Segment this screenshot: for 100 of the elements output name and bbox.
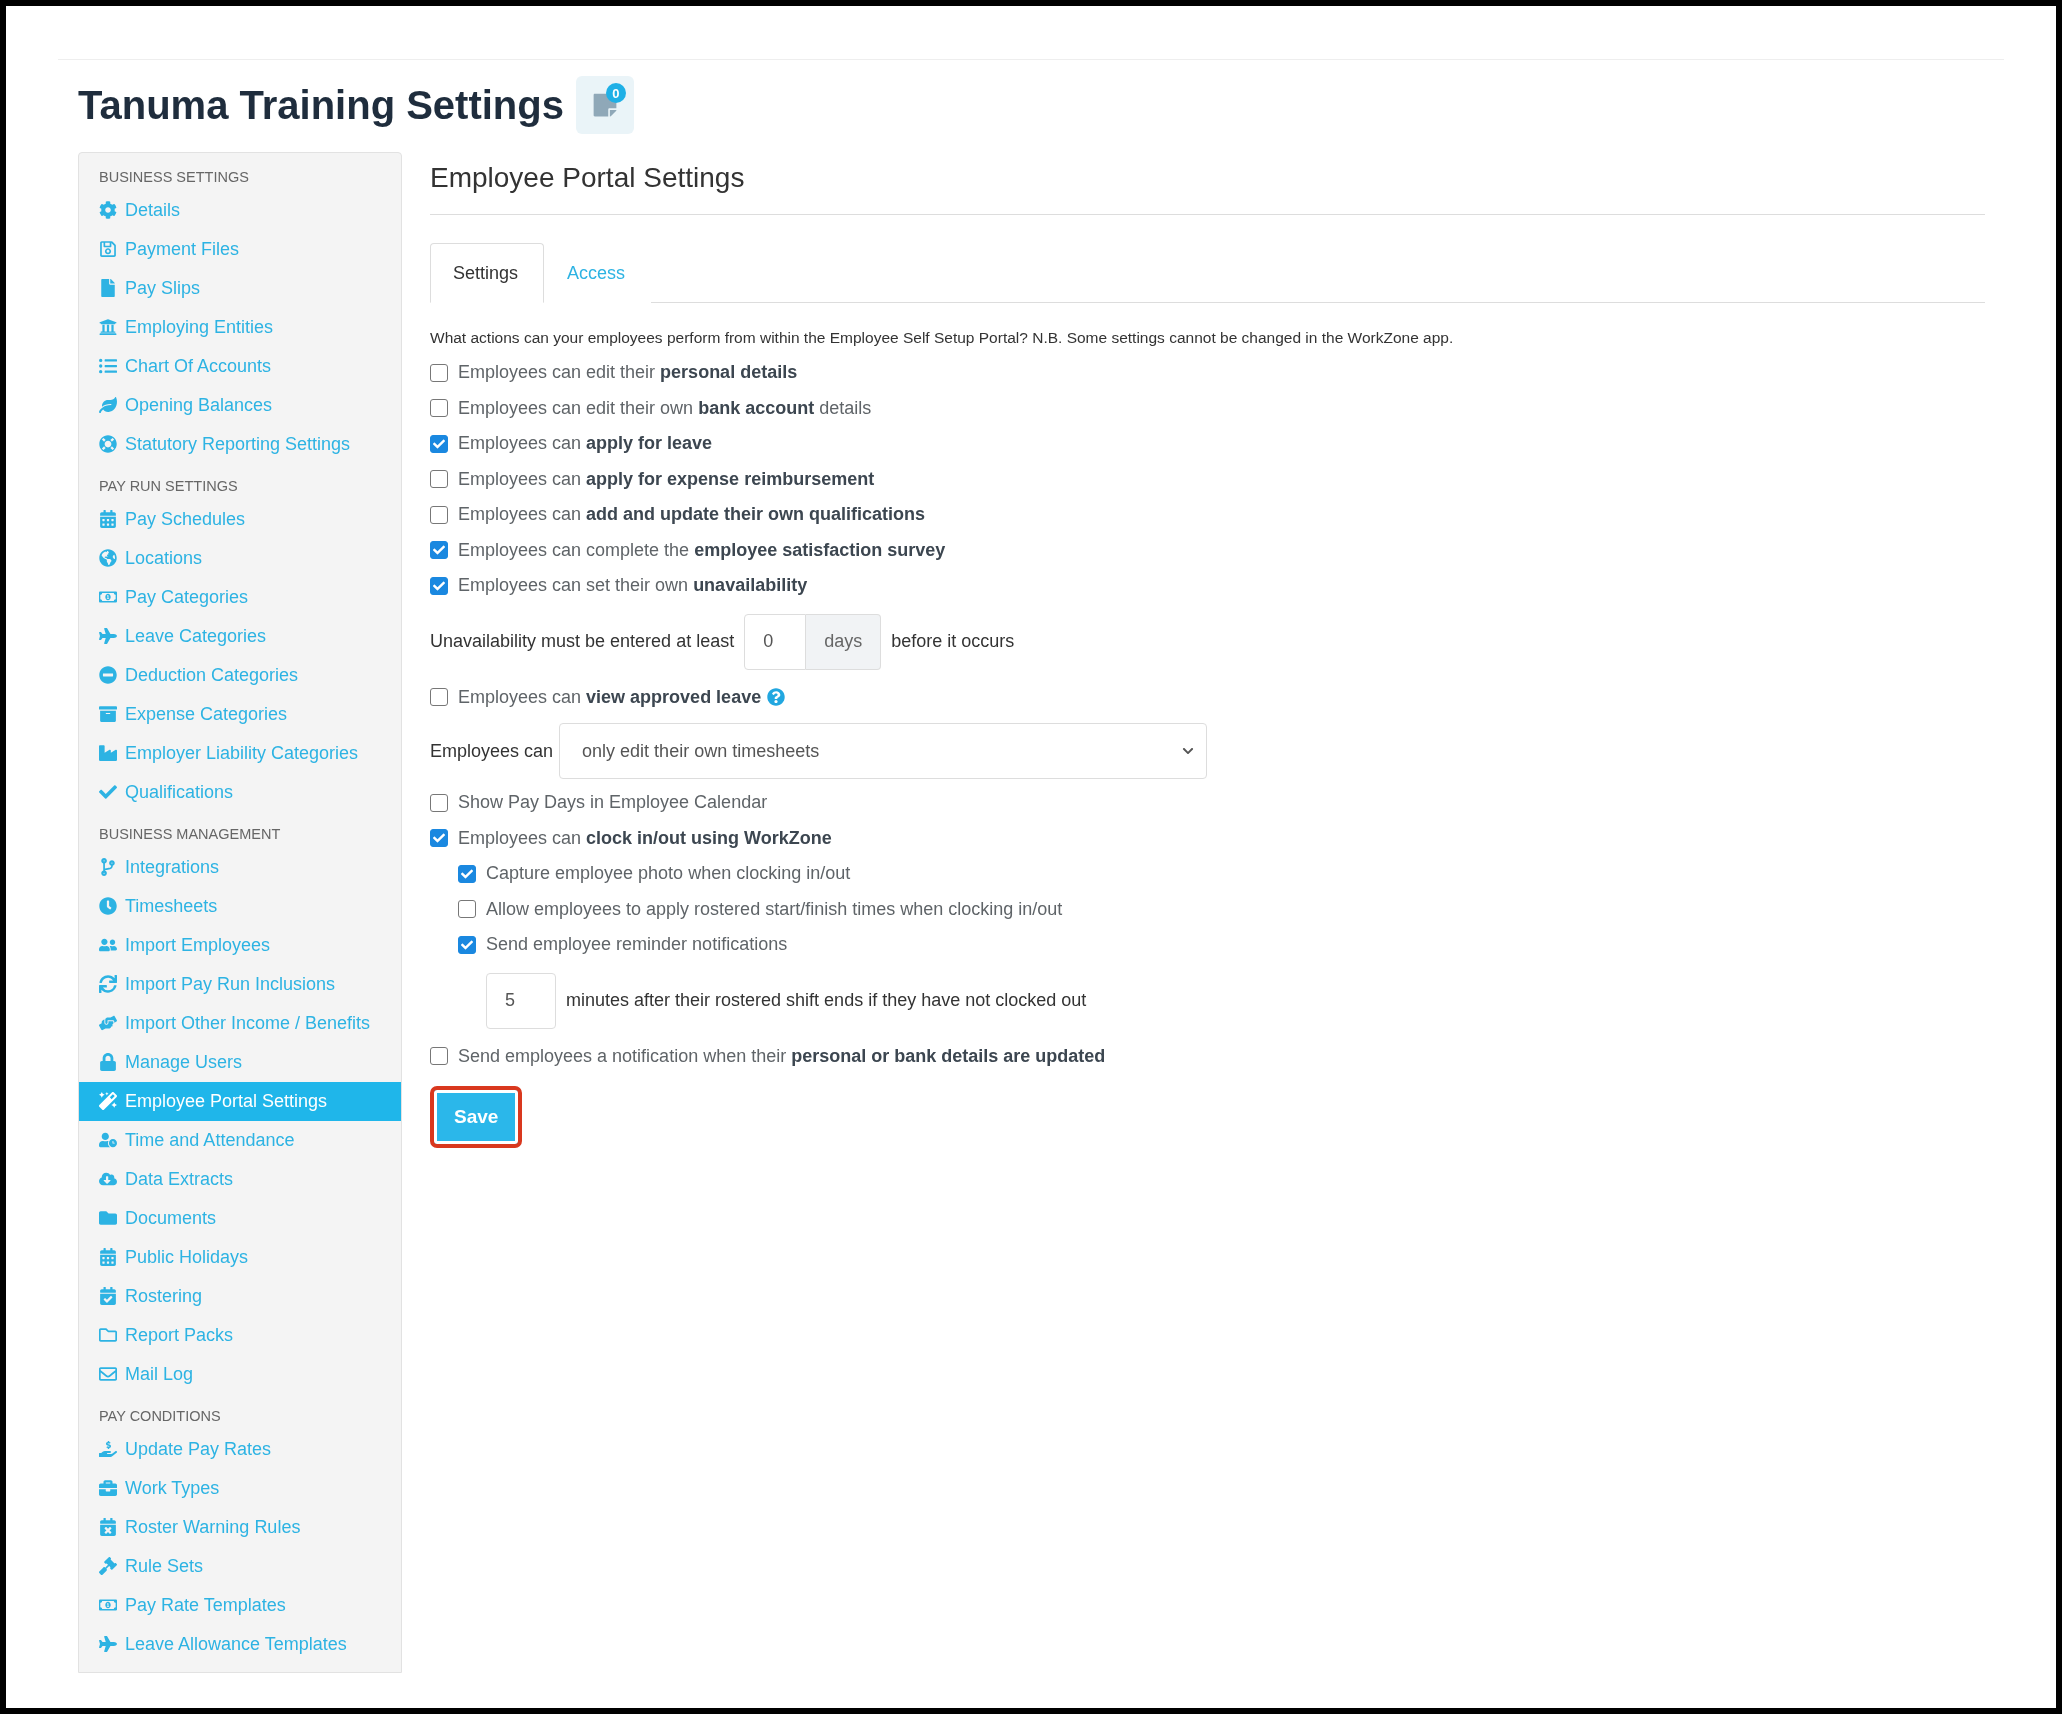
clock-icon	[99, 897, 117, 915]
plane-icon	[99, 1635, 117, 1653]
minutes-field[interactable]: 5	[486, 972, 556, 1029]
option-label: Employees can clock in/out using WorkZone	[458, 827, 832, 849]
notification-badge: 0	[606, 83, 626, 103]
option-label: Send employee reminder notifications	[486, 934, 788, 956]
checkbox[interactable]	[430, 541, 448, 560]
globe-icon	[99, 549, 117, 567]
sidebar-item[interactable]: Rostering	[79, 1277, 401, 1316]
lifebuoy-icon	[99, 435, 117, 453]
archive-icon	[99, 705, 117, 723]
option-label: Capture employee photo when clocking in/out	[486, 863, 851, 885]
check-icon	[433, 437, 445, 450]
sidebar-item[interactable]: Qualifications	[79, 773, 401, 812]
sidebar-item[interactable]: Payment Files	[79, 230, 401, 269]
sidebar-item[interactable]: Pay Schedules	[79, 500, 401, 539]
notes-button[interactable]: 0	[576, 76, 634, 134]
sidebar-item[interactable]: Statutory Reporting Settings	[79, 425, 401, 464]
checkbox[interactable]	[430, 363, 448, 382]
sidebar-item[interactable]: Employer Liability Categories	[79, 734, 401, 773]
sidebar-item[interactable]: Integrations	[79, 848, 401, 887]
folder-icon	[99, 1326, 117, 1344]
section-heading: BUSINESS MANAGEMENT	[98, 825, 282, 844]
sidebar-item[interactable]: Pay Rate Templates	[79, 1586, 401, 1625]
option-label: Send employees a notification when their personal or bank details are updated	[458, 1045, 1106, 1067]
sidebar-item[interactable]: Details	[79, 191, 401, 230]
checkbox[interactable]	[458, 900, 476, 919]
sidebar-item[interactable]: Public Holidays	[79, 1238, 401, 1277]
sidebar-item[interactable]: Chart Of Accounts	[79, 347, 401, 386]
hand-money-icon	[99, 1440, 117, 1458]
lock-icon	[99, 1053, 117, 1071]
sidebar-item[interactable]: Employee Portal Settings	[79, 1082, 401, 1121]
sidebar-item[interactable]: Time and Attendance	[79, 1121, 401, 1160]
sidebar-item[interactable]: Import Other Income / Benefits	[79, 1004, 401, 1043]
sidebar-item[interactable]: Timesheets	[79, 887, 401, 926]
sidebar-item[interactable]: Mail Log	[79, 1355, 401, 1394]
section-heading: PAY RUN SETTINGS	[98, 477, 239, 496]
sidebar-item[interactable]: Documents	[79, 1199, 401, 1238]
hands-icon	[99, 1014, 117, 1032]
sync-icon	[99, 975, 117, 993]
checkbox[interactable]	[458, 864, 476, 883]
chevron-icon	[1182, 745, 1195, 757]
briefcase-icon	[99, 1479, 117, 1497]
calendar-x-icon	[99, 1518, 117, 1536]
select-label: Employees can	[430, 740, 554, 762]
page-title: Tanuma Training Settings	[78, 82, 564, 128]
tab[interactable]: Settings	[430, 243, 545, 303]
sidebar-item[interactable]: Roster Warning Rules	[79, 1508, 401, 1547]
days-field[interactable]: 0	[744, 613, 807, 670]
calendar-icon	[99, 1248, 117, 1266]
timesheet-select[interactable]: only edit their own timesheets	[559, 723, 1208, 779]
file-icon	[99, 279, 117, 297]
checkbox[interactable]	[430, 829, 448, 848]
save-button[interactable]: Save	[430, 1086, 523, 1148]
sidebar-item[interactable]: Leave Categories	[79, 617, 401, 656]
sidebar-item[interactable]: Employing Entities	[79, 308, 401, 347]
description: What actions can your employees perform from within the Employee Self Setup Portal? N.B. Some settings cannot be changed in the WorkZone app.	[430, 329, 1455, 347]
folder-icon	[99, 1209, 117, 1227]
checkbox[interactable]	[430, 470, 448, 489]
checkbox[interactable]	[430, 793, 448, 812]
calendar-icon	[99, 510, 117, 528]
checkbox[interactable]	[430, 505, 448, 524]
people-icon	[99, 936, 117, 954]
check-icon	[461, 938, 473, 951]
sidebar-item[interactable]: Pay Categories	[79, 578, 401, 617]
check-icon	[461, 867, 473, 880]
sidebar-item[interactable]: Update Pay Rates	[79, 1430, 401, 1469]
leaf-icon	[99, 396, 117, 414]
check-icon	[433, 579, 445, 592]
unit-label: days	[806, 613, 882, 670]
sidebar-item[interactable]: Import Pay Run Inclusions	[79, 965, 401, 1004]
checkbox[interactable]	[430, 688, 448, 707]
option-label: Employees can apply for expense reimbursement	[458, 468, 875, 490]
help-icon[interactable]	[767, 688, 786, 707]
checkbox[interactable]	[458, 935, 476, 954]
sidebar-item[interactable]: Work Types	[79, 1469, 401, 1508]
sidebar-item[interactable]: Data Extracts	[79, 1160, 401, 1199]
plane-icon	[99, 627, 117, 645]
checkbox[interactable]	[430, 576, 448, 595]
checkbox[interactable]	[430, 1047, 448, 1066]
bank-icon	[99, 318, 117, 336]
sidebar-item[interactable]: Opening Balances	[79, 386, 401, 425]
checkbox[interactable]	[430, 434, 448, 453]
sidebar-item[interactable]: Pay Slips	[79, 269, 401, 308]
sidebar-item[interactable]: Rule Sets	[79, 1547, 401, 1586]
sidebar-item[interactable]: Report Packs	[79, 1316, 401, 1355]
check-icon	[433, 544, 445, 557]
sidebar-item[interactable]: Locations	[79, 539, 401, 578]
sidebar-item[interactable]: Manage Users	[79, 1043, 401, 1082]
sidebar-item[interactable]: Leave Allowance Templates	[79, 1625, 401, 1664]
cloud-download-icon	[99, 1170, 117, 1188]
checkbox[interactable]	[430, 399, 448, 418]
user-clock-icon	[99, 1131, 117, 1149]
sidebar-item[interactable]: Expense Categories	[79, 695, 401, 734]
sidebar-item[interactable]: Deduction Categories	[79, 656, 401, 695]
calendar-check-icon	[99, 1287, 117, 1305]
sidebar-item[interactable]: Import Employees	[79, 926, 401, 965]
check-icon	[433, 832, 445, 845]
section-heading: PAY CONDITIONS	[98, 1407, 222, 1426]
list-icon	[99, 357, 117, 375]
